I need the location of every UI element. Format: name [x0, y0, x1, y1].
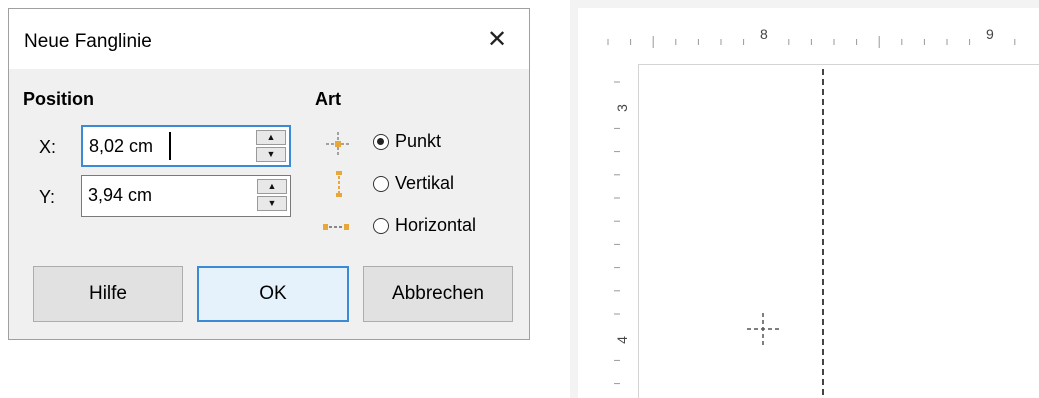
ruler-label-3: 3 [613, 104, 630, 112]
workspace-left-border [570, 0, 578, 398]
new-snap-line-dialog: Neue Fanglinie ✕ Position X: 8,02 cm ▲ ▼… [8, 8, 530, 340]
cancel-button[interactable]: Abbrechen [363, 266, 513, 322]
arrow-down-icon: ▼ [266, 149, 276, 159]
arrow-down-icon: ▼ [267, 198, 277, 208]
radio-point-label: Punkt [395, 131, 442, 151]
y-increment-button[interactable]: ▲ [257, 179, 287, 194]
snap-horizontal-icon [323, 224, 349, 230]
x-position-field[interactable]: 8,02 cm ▲ ▼ [81, 125, 291, 167]
snap-point-marker [747, 313, 779, 345]
x-label: X: [39, 137, 57, 157]
title-bar: Neue Fanglinie ✕ [9, 9, 529, 69]
x-position-value[interactable]: 8,02 cm [89, 136, 153, 157]
radio-point[interactable]: Punkt [373, 131, 441, 152]
radio-horizontal-label: Horizontal [395, 215, 477, 235]
y-position-value[interactable]: 3,94 cm [88, 185, 152, 206]
x-decrement-button[interactable]: ▼ [256, 147, 286, 162]
arrow-up-icon: ▲ [267, 181, 277, 191]
radio-horizontal-indicator[interactable] [373, 217, 389, 234]
radio-point-indicator[interactable] [373, 133, 389, 150]
radio-horizontal[interactable]: Horizontal [373, 215, 476, 236]
type-heading: Art [315, 89, 341, 109]
drawing-page[interactable] [639, 65, 1039, 398]
vertical-ruler[interactable]: 3 4 [596, 64, 639, 398]
radio-vertical[interactable]: Vertikal [373, 173, 454, 194]
snap-vertical-icon [336, 171, 342, 197]
y-spin-buttons: ▲ ▼ [257, 179, 287, 211]
y-position-field[interactable]: 3,94 cm ▲ ▼ [81, 175, 291, 217]
vertical-ruler-ticks [614, 81, 620, 385]
help-button[interactable]: Hilfe [33, 266, 183, 322]
x-spin-buttons: ▲ ▼ [256, 130, 286, 162]
position-heading: Position [23, 89, 94, 109]
radio-vertical-indicator[interactable] [373, 175, 389, 192]
y-label: Y: [39, 187, 56, 207]
ruler-label-8: 8 [760, 26, 768, 42]
ruler-label-4: 4 [613, 336, 630, 344]
close-icon: ✕ [486, 25, 508, 53]
drawing-workspace: 8 9 3 4 [570, 0, 1039, 398]
text-caret [169, 132, 171, 160]
y-decrement-button[interactable]: ▼ [257, 196, 287, 211]
close-button[interactable]: ✕ [465, 9, 529, 69]
workspace-top-border [570, 0, 1039, 8]
dialog-title: Neue Fanglinie [24, 31, 152, 52]
arrow-up-icon: ▲ [266, 132, 276, 142]
radio-vertical-label: Vertikal [395, 173, 455, 193]
canvas-overlay [747, 69, 824, 398]
x-increment-button[interactable]: ▲ [256, 130, 286, 145]
ok-button[interactable]: OK [197, 266, 349, 322]
snap-point-icon [326, 132, 350, 156]
horizontal-ruler[interactable]: 8 9 [596, 22, 1039, 65]
ruler-label-9: 9 [986, 26, 994, 42]
horizontal-ruler-ticks [607, 36, 1016, 48]
